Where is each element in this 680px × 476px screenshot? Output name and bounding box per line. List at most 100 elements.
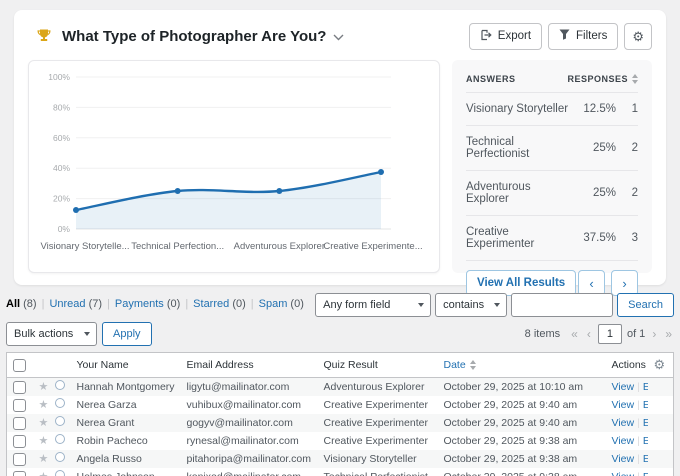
checkbox-cell <box>7 396 33 414</box>
field-select[interactable]: Any form field <box>315 293 431 317</box>
entry-date: October 29, 2025 at 9:38 am <box>438 450 606 468</box>
action-separator: | <box>637 381 640 393</box>
star-cell: ★ <box>33 378 49 397</box>
action-view[interactable]: View <box>612 435 635 447</box>
page-title: What Type of Photographer Are You? <box>62 28 326 45</box>
action-view[interactable]: View <box>612 417 635 429</box>
star-cell: ★ <box>33 432 49 450</box>
action-edit[interactable]: Edit <box>643 435 648 447</box>
columns-gear-icon[interactable]: ⚙ <box>654 357 666 372</box>
gear-cell <box>648 378 674 397</box>
column-header-email: Email Address <box>187 359 254 371</box>
entry-date: October 29, 2025 at 10:10 am <box>438 378 606 397</box>
unread-indicator-icon[interactable] <box>55 380 65 390</box>
prev-page-button[interactable]: ‹ <box>585 327 593 341</box>
row-checkbox[interactable] <box>13 399 26 412</box>
current-page[interactable]: 1 <box>598 324 622 344</box>
settings-button[interactable]: ⚙ <box>624 23 652 50</box>
answers-footer: View All Results ‹ › <box>466 260 638 296</box>
row-checkbox[interactable] <box>13 435 26 448</box>
entry-name: Hannah Montgomery <box>71 378 181 397</box>
action-view[interactable]: View <box>612 381 635 393</box>
row-checkbox[interactable] <box>13 381 26 394</box>
table-row: ★Nerea Grantgogyv@mailinator.comCreative… <box>7 414 674 432</box>
gear-cell <box>648 414 674 432</box>
star-icon[interactable]: ★ <box>39 417 49 429</box>
column-header-quiz: Quiz Result <box>324 359 378 371</box>
star-icon[interactable]: ★ <box>39 453 49 465</box>
entry-email: vuhibux@mailinator.com <box>181 396 318 414</box>
entry-date: October 29, 2025 at 9:40 am <box>438 414 606 432</box>
answer-percent: 12.5% <box>570 103 616 115</box>
read-cell <box>49 414 71 432</box>
unread-indicator-icon[interactable] <box>55 470 65 476</box>
star-cell: ★ <box>33 396 49 414</box>
action-edit[interactable]: Edit <box>643 453 648 465</box>
sort-icon <box>470 360 476 370</box>
entries-table: Your Name Email Address Quiz Result Date… <box>6 352 674 476</box>
gear-cell <box>648 432 674 450</box>
view-link[interactable]: Spam (0) <box>259 298 304 310</box>
star-cell: ★ <box>33 414 49 432</box>
sort-icon[interactable] <box>632 74 638 84</box>
search-input[interactable] <box>511 293 613 317</box>
answer-percent: 25% <box>570 187 616 199</box>
entry-email: gogyv@mailinator.com <box>181 414 318 432</box>
last-page-button[interactable]: » <box>663 327 674 341</box>
row-checkbox[interactable] <box>13 453 26 466</box>
bulk-actions-select[interactable]: Bulk actions <box>6 322 97 346</box>
star-icon[interactable]: ★ <box>39 381 49 393</box>
operator-select[interactable]: contains <box>435 293 507 317</box>
entry-quiz-result: Visionary Storyteller <box>318 450 438 468</box>
action-view[interactable]: View <box>612 453 635 465</box>
answer-row: Creative Experimenter37.5%3 <box>466 215 638 260</box>
entry-quiz-result: Creative Experimenter <box>318 396 438 414</box>
view-link[interactable]: All (8) <box>6 298 37 310</box>
entry-actions: View|Edit|Spam|Trash <box>606 414 648 432</box>
select-all-checkbox[interactable] <box>13 359 26 372</box>
unread-indicator-icon[interactable] <box>55 398 65 408</box>
answer-count: 1 <box>616 103 638 115</box>
chevron-down-icon[interactable] <box>333 34 344 41</box>
view-link[interactable]: Payments (0) <box>115 298 180 310</box>
action-edit[interactable]: Edit <box>643 399 648 411</box>
apply-button[interactable]: Apply <box>102 322 152 346</box>
star-icon[interactable]: ★ <box>39 399 49 411</box>
entry-date: October 29, 2025 at 9:38 am <box>438 468 606 476</box>
unread-indicator-icon[interactable] <box>55 416 65 426</box>
action-edit[interactable]: Edit <box>643 417 648 429</box>
entry-actions: View|Edit|Spam|Trash <box>606 450 648 468</box>
view-link[interactable]: Starred (0) <box>193 298 246 310</box>
row-checkbox[interactable] <box>13 471 26 476</box>
search-button[interactable]: Search <box>617 293 674 317</box>
action-view[interactable]: View <box>612 399 635 411</box>
read-cell <box>49 450 71 468</box>
column-header-date-sort[interactable]: Date <box>444 359 476 371</box>
filters-button[interactable]: Filters <box>548 23 618 50</box>
header-actions: Export Filters ⚙ <box>469 23 652 50</box>
svg-text:100%: 100% <box>48 72 70 82</box>
table-row: ★Angela Russopitahoripa@mailinator.comVi… <box>7 450 674 468</box>
unread-indicator-icon[interactable] <box>55 434 65 444</box>
first-page-button[interactable]: « <box>569 327 580 341</box>
star-icon[interactable]: ★ <box>39 435 49 447</box>
star-icon[interactable]: ★ <box>39 471 49 476</box>
column-header-name: Your Name <box>77 359 129 371</box>
responses-column-header[interactable]: RESPONSES <box>567 74 628 84</box>
entries-section: All (8) Unread (7) Payments (0) Starred (0)… <box>6 293 674 476</box>
view-link[interactable]: Unread (7) <box>49 298 102 310</box>
action-edit[interactable]: Edit <box>643 381 648 393</box>
unread-indicator-icon[interactable] <box>55 452 65 462</box>
export-button[interactable]: Export <box>469 23 542 50</box>
next-page-button[interactable]: › <box>650 327 658 341</box>
gear-cell <box>648 396 674 414</box>
responses-chart: 0%20%40%60%80%100%Visionary Storytelle..… <box>28 60 440 273</box>
action-view[interactable]: View <box>612 471 635 476</box>
trophy-icon <box>36 28 52 44</box>
entry-email: rynesal@mailinator.com <box>181 432 318 450</box>
action-edit[interactable]: Edit <box>643 471 648 476</box>
row-checkbox[interactable] <box>13 417 26 430</box>
view-count: (8) <box>23 298 36 310</box>
gear-cell <box>648 450 674 468</box>
read-cell <box>49 432 71 450</box>
